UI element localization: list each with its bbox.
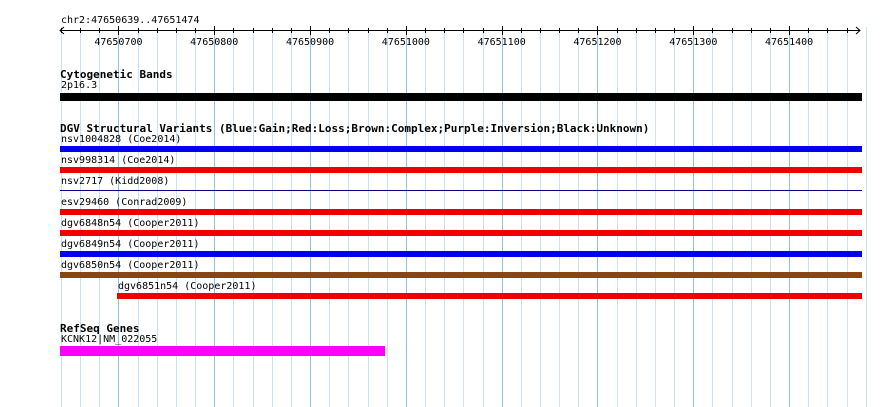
feature-glyph[interactable] [60, 346, 385, 356]
ruler-tick-label: 47650900 [286, 37, 334, 48]
feature-label: nsv1004828 (Coe2014) [61, 134, 182, 145]
feature-glyph[interactable] [60, 272, 862, 278]
feature-glyph[interactable] [60, 251, 862, 257]
feature-glyph[interactable] [60, 146, 862, 152]
ruler-tick-label: 47651000 [382, 37, 430, 48]
feature-label: dgv6850n54 (Cooper2011) [61, 260, 200, 271]
feature-glyph[interactable] [60, 230, 862, 236]
feature-label: dgv6848n54 (Cooper2011) [61, 218, 200, 229]
feature-label: dgv6849n54 (Cooper2011) [61, 239, 200, 250]
feature-label: 2p16.3 [61, 80, 98, 91]
genome-browser-view: 47650700 47650800 47650900 47651000 47651100… [0, 0, 890, 407]
location-label: chr2:47650639..47651474 [61, 15, 200, 26]
ruler-tick-label: 47650700 [94, 37, 142, 48]
feature-glyph[interactable] [60, 190, 862, 191]
feature-label: nsv998314 (Coe2014) [61, 155, 176, 166]
ruler-tick-label: 47651300 [669, 37, 717, 48]
feature-label: nsv2717 (Kidd2008) [61, 176, 170, 187]
ruler-tick-label: 47650800 [190, 37, 238, 48]
feature-glyph[interactable] [117, 293, 862, 299]
ruler-tick-label: 47651200 [573, 37, 621, 48]
ruler-tick-label: 47651400 [765, 37, 813, 48]
ruler-tick-label: 47651100 [478, 37, 526, 48]
feature-glyph[interactable] [60, 167, 862, 173]
feature-label: dgv6851n54 (Cooper2011) [118, 281, 257, 292]
feature-label: KCNK12|NM_022055 [61, 334, 158, 345]
feature-glyph[interactable] [60, 93, 862, 101]
feature-label: esv29460 (Conrad2009) [61, 197, 188, 208]
feature-glyph[interactable] [60, 209, 862, 215]
